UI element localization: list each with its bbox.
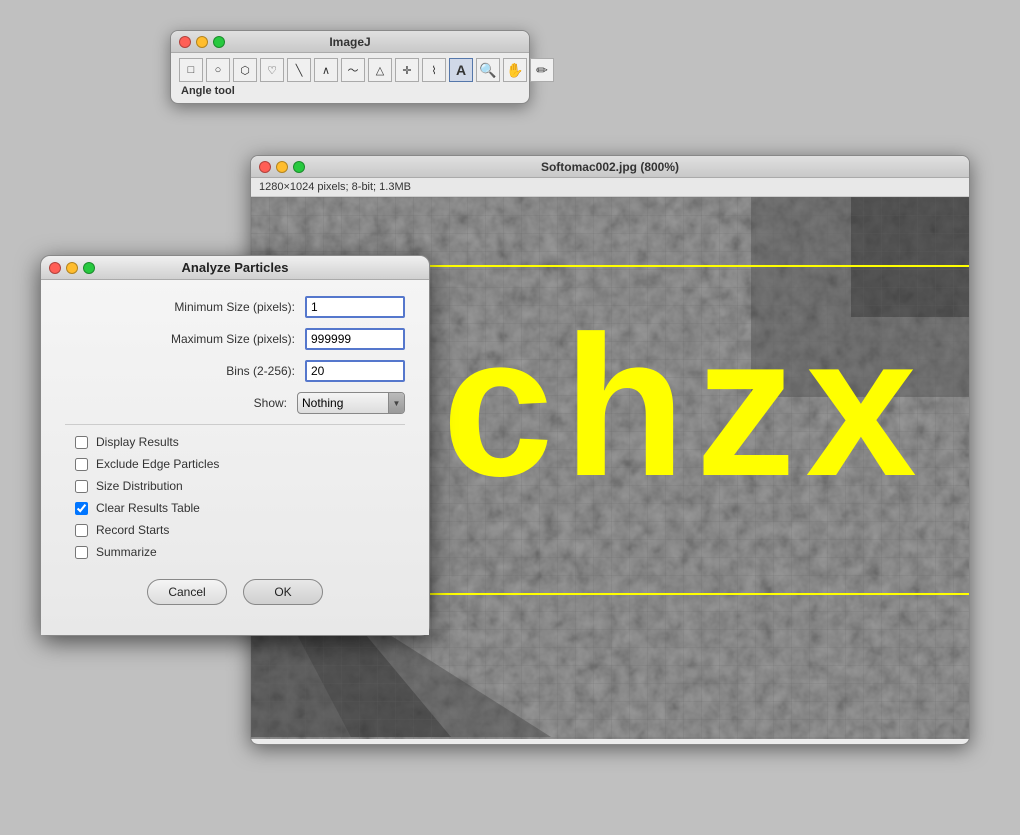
dialog-titlebar: Analyze Particles xyxy=(41,256,429,280)
exclude-edge-checkbox[interactable] xyxy=(75,458,88,471)
polygon-tool[interactable]: ⬡ xyxy=(233,58,257,82)
segmented-line-tool[interactable]: ∧ xyxy=(314,58,338,82)
maximize-button[interactable] xyxy=(213,36,225,48)
freehand-tool[interactable]: ♡ xyxy=(260,58,284,82)
dialog-title: Analyze Particles xyxy=(182,260,289,275)
dialog-maximize-button[interactable] xyxy=(83,262,95,274)
show-select-wrapper[interactable]: Nothing Outlines Masks Ellipses Count Ma… xyxy=(297,392,405,414)
dialog-traffic-lights xyxy=(49,262,95,274)
text-tool[interactable]: A xyxy=(449,58,473,82)
size-distribution-row: Size Distribution xyxy=(65,479,405,493)
display-results-label: Display Results xyxy=(96,435,179,449)
dialog-minimize-button[interactable] xyxy=(66,262,78,274)
image-minimize-button[interactable] xyxy=(276,161,288,173)
image-close-button[interactable] xyxy=(259,161,271,173)
clear-results-label: Clear Results Table xyxy=(96,501,200,515)
clear-results-checkbox[interactable] xyxy=(75,502,88,515)
bins-label: Bins (2-256): xyxy=(65,364,305,378)
angle-tool[interactable]: △ xyxy=(368,58,392,82)
display-results-row: Display Results xyxy=(65,435,405,449)
toolbar-body: □ ○ ⬡ ♡ ╲ ∧ 〜 △ ✛ ⌇ A 🔍 ✋ ✏ Angle tool xyxy=(171,53,529,103)
image-traffic-lights xyxy=(259,161,305,173)
analyze-particles-dialog: Analyze Particles Minimum Size (pixels):… xyxy=(40,255,430,636)
tool-label: Angle tool xyxy=(179,85,521,97)
straight-line-tool[interactable]: ╲ xyxy=(287,58,311,82)
image-titlebar: Softomac002.jpg (800%) xyxy=(251,156,969,178)
cancel-button[interactable]: Cancel xyxy=(147,579,227,605)
size-distribution-label: Size Distribution xyxy=(96,479,183,493)
freehand-line-tool[interactable]: 〜 xyxy=(341,58,365,82)
dialog-body: Minimum Size (pixels): Maximum Size (pix… xyxy=(41,280,429,635)
record-starts-label: Record Starts xyxy=(96,523,169,537)
imagej-window: ImageJ □ ○ ⬡ ♡ ╲ ∧ 〜 △ ✛ ⌇ A 🔍 ✋ ✏ Angle… xyxy=(170,30,530,104)
summarize-checkbox[interactable] xyxy=(75,546,88,559)
dialog-close-button[interactable] xyxy=(49,262,61,274)
max-size-input[interactable] xyxy=(305,328,405,350)
show-select[interactable]: Nothing Outlines Masks Ellipses Count Ma… xyxy=(298,396,388,410)
summarize-row: Summarize xyxy=(65,545,405,559)
min-size-row: Minimum Size (pixels): xyxy=(65,296,405,318)
zoom-tool[interactable]: 🔍 xyxy=(476,58,500,82)
clear-results-row: Clear Results Table xyxy=(65,501,405,515)
image-info: 1280×1024 pixels; 8-bit; 1.3MB xyxy=(251,178,969,197)
exclude-edge-label: Exclude Edge Particles xyxy=(96,457,219,471)
rectangle-tool[interactable]: □ xyxy=(179,58,203,82)
exclude-edge-row: Exclude Edge Particles xyxy=(65,457,405,471)
record-starts-row: Record Starts xyxy=(65,523,405,537)
point-tool[interactable]: ✛ xyxy=(395,58,419,82)
max-size-label: Maximum Size (pixels): xyxy=(65,332,305,346)
imagej-titlebar: ImageJ xyxy=(171,31,529,53)
bins-row: Bins (2-256): xyxy=(65,360,405,382)
separator xyxy=(65,424,405,425)
bins-input[interactable] xyxy=(305,360,405,382)
toolbar-icons: □ ○ ⬡ ♡ ╲ ∧ 〜 △ ✛ ⌇ A 🔍 ✋ ✏ xyxy=(179,58,521,82)
image-title: Softomac002.jpg (800%) xyxy=(541,160,679,174)
size-distribution-checkbox[interactable] xyxy=(75,480,88,493)
record-starts-checkbox[interactable] xyxy=(75,524,88,537)
ok-button[interactable]: OK xyxy=(243,579,323,605)
select-arrow-icon: ▼ xyxy=(388,393,404,413)
wand-tool[interactable]: ⌇ xyxy=(422,58,446,82)
min-size-input[interactable] xyxy=(305,296,405,318)
scroll-tool[interactable]: ✋ xyxy=(503,58,527,82)
summarize-label: Summarize xyxy=(96,545,157,559)
oval-tool[interactable]: ○ xyxy=(206,58,230,82)
show-row: Show: Nothing Outlines Masks Ellipses Co… xyxy=(65,392,405,414)
close-button[interactable] xyxy=(179,36,191,48)
min-size-label: Minimum Size (pixels): xyxy=(65,300,305,314)
max-size-row: Maximum Size (pixels): xyxy=(65,328,405,350)
show-label: Show: xyxy=(65,396,297,410)
imagej-title: ImageJ xyxy=(329,35,370,49)
traffic-lights xyxy=(179,36,225,48)
display-results-checkbox[interactable] xyxy=(75,436,88,449)
dialog-buttons: Cancel OK xyxy=(65,567,405,619)
image-maximize-button[interactable] xyxy=(293,161,305,173)
minimize-button[interactable] xyxy=(196,36,208,48)
color-picker-tool[interactable]: ✏ xyxy=(530,58,554,82)
